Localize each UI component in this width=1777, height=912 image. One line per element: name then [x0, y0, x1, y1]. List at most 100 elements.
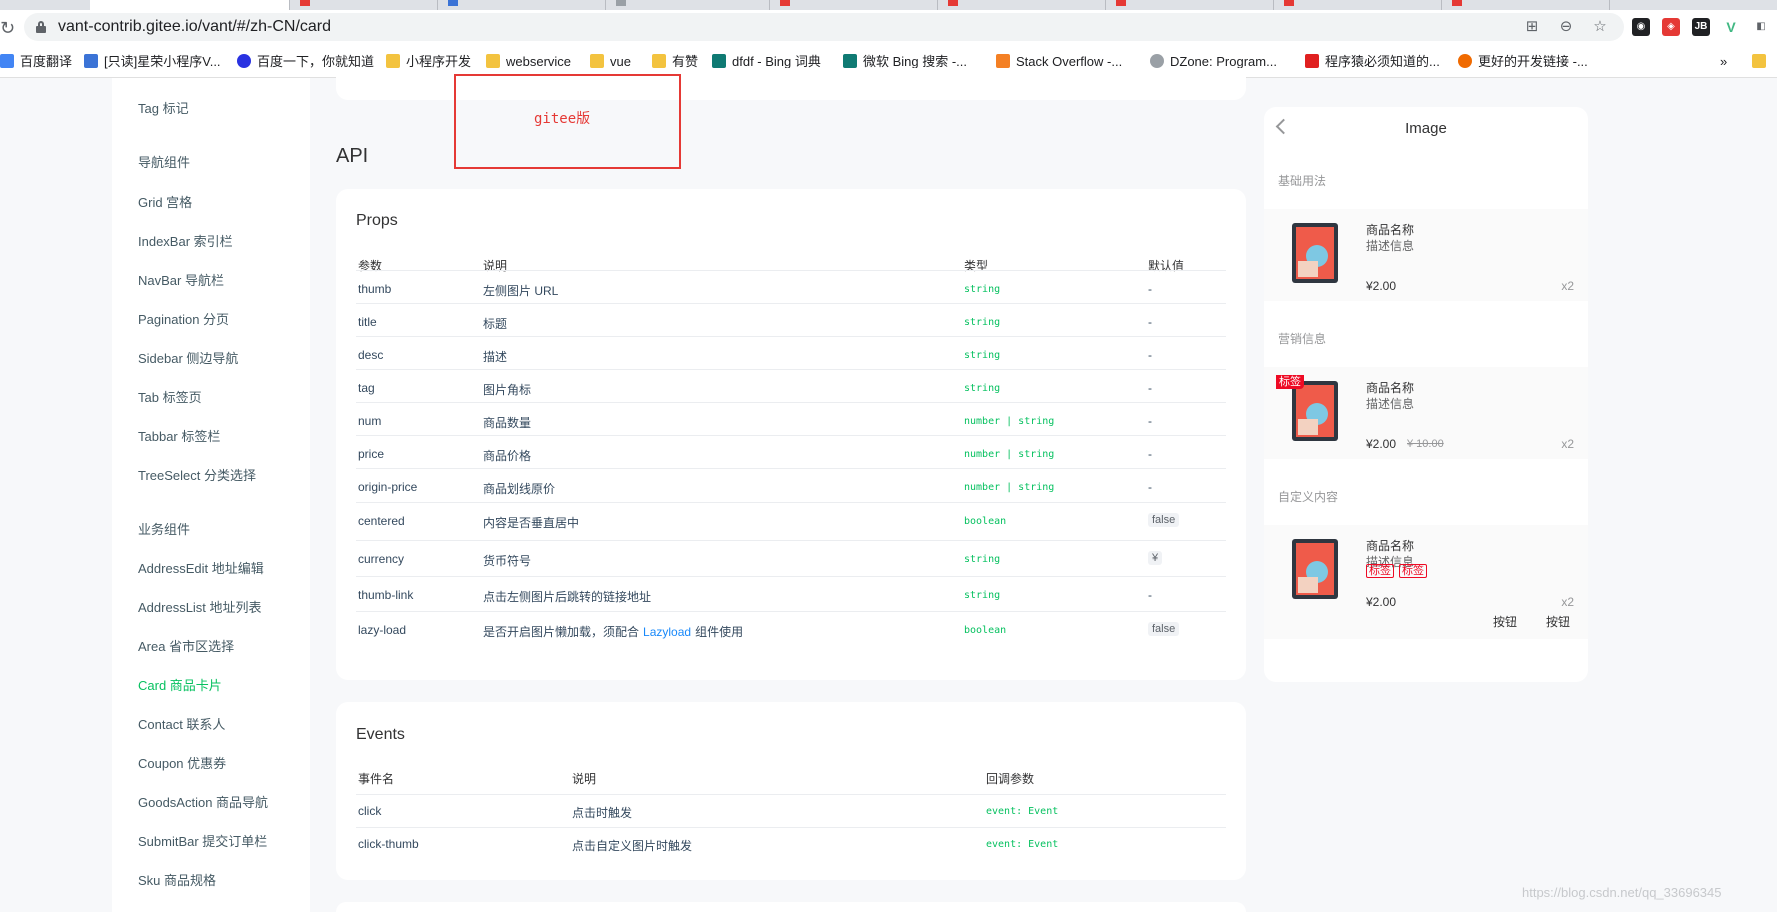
props-header-default: 默认值 — [1148, 259, 1185, 273]
browser-tab[interactable] — [290, 0, 438, 10]
translate-page-icon[interactable]: ⊞ — [1522, 17, 1542, 37]
props-card: Props 参数 说明 类型 默认值 thumb 左侧图片 URL string - t… — [336, 189, 1246, 680]
goods-button[interactable]: 按钮 — [1546, 613, 1570, 630]
goods-thumb[interactable] — [1292, 539, 1338, 599]
stackoverflow-icon — [996, 54, 1010, 68]
prop-param: thumb-link — [358, 588, 414, 602]
folder-icon — [486, 54, 500, 68]
prop-desc: 内容是否垂直居中 — [483, 516, 580, 530]
folder-icon — [386, 54, 400, 68]
prop-desc-text: 是否开启图片懒加载，须配合 — [483, 625, 640, 639]
props-title: Props — [356, 212, 398, 229]
bookmark-folder[interactable] — [1752, 53, 1772, 71]
bookmarks-overflow-button[interactable]: » — [1720, 53, 1727, 71]
bookmark-star-icon[interactable]: ☆ — [1590, 17, 1610, 37]
reload-icon[interactable]: ↻ — [0, 18, 15, 38]
events-header-desc: 说明 — [572, 772, 597, 786]
sidebar-item-tabbar[interactable]: Tabbar 标签栏 — [138, 426, 220, 445]
folder-icon — [652, 54, 666, 68]
sidebar-item-contact[interactable]: Contact 联系人 — [138, 714, 225, 733]
vue-devtools-icon[interactable]: V — [1722, 18, 1740, 36]
event-name: click — [358, 804, 382, 818]
sidebar-item-navbar[interactable]: NavBar 导航栏 — [138, 270, 224, 289]
divider — [356, 402, 1226, 403]
demo-nav-title: Image — [1405, 120, 1447, 137]
prop-default: - — [1148, 315, 1152, 329]
browser-tab[interactable] — [1442, 0, 1610, 10]
sidebar-item-addressedit[interactable]: AddressEdit 地址编辑 — [138, 558, 264, 577]
prop-type: string — [964, 317, 1001, 328]
tab-favicon-icon — [448, 0, 458, 6]
omnibox[interactable]: vant-contrib.gitee.io/vant/#/zh-CN/card … — [24, 13, 1624, 41]
prop-desc: 描述 — [483, 350, 508, 364]
bookmark-item[interactable]: [只读]星荣小程序V... — [84, 53, 221, 71]
prop-desc: 商品价格 — [483, 449, 532, 463]
browser-tab[interactable] — [606, 0, 770, 10]
extension-icon[interactable]: ◈ — [1662, 18, 1680, 36]
lazyload-link[interactable]: Lazyload — [643, 625, 691, 639]
prop-desc: 商品划线原价 — [483, 482, 556, 496]
browser-tab[interactable] — [770, 0, 938, 10]
sidebar-item-sidebar[interactable]: Sidebar 侧边导航 — [138, 348, 238, 367]
sidebar-item-goodsaction[interactable]: GoodsAction 商品导航 — [138, 792, 268, 811]
sidebar-item-treeselect[interactable]: TreeSelect 分类选择 — [138, 465, 256, 484]
sidebar-item-grid[interactable]: Grid 宫格 — [138, 192, 192, 211]
prop-type: number | string — [964, 416, 1055, 427]
sidebar-item-coupon[interactable]: Coupon 优惠券 — [138, 753, 226, 772]
sidebar-item-addresslist[interactable]: AddressList 地址列表 — [138, 597, 262, 616]
goods-num: x2 — [1561, 279, 1574, 293]
demo-section-title: 营销信息 — [1278, 332, 1327, 346]
goods-card[interactable]: 商品名称 描述信息 标签 标签 ¥2.00 x2 按钮 按钮 — [1264, 525, 1588, 639]
bookmark-item[interactable]: 程序猿必须知道的... — [1305, 53, 1440, 71]
folder-icon — [590, 54, 604, 68]
sidebar-item-sku[interactable]: Sku 商品规格 — [138, 870, 216, 889]
goods-thumb[interactable] — [1292, 223, 1338, 283]
goods-card[interactable]: 商品名称 描述信息 ¥2.00 x2 — [1264, 209, 1588, 301]
sidebar-item-card[interactable]: Card 商品卡片 — [138, 675, 222, 694]
browser-tab[interactable] — [1106, 0, 1274, 10]
prop-type: string — [964, 383, 1001, 394]
lock-icon[interactable] — [36, 21, 46, 33]
events-card: Events 事件名 说明 回调参数 click 点击时触发 event: Ev… — [336, 702, 1246, 880]
props-header-desc: 说明 — [483, 259, 508, 273]
prop-type: string — [964, 284, 1001, 295]
browser-tab[interactable] — [1274, 0, 1442, 10]
bookmark-item[interactable]: 百度翻译 — [0, 53, 72, 71]
thumb-corner-tag: 标签 — [1276, 375, 1304, 389]
sidebar-item-indexbar[interactable]: IndexBar 索引栏 — [138, 231, 233, 250]
sidebar-item-tab[interactable]: Tab 标签页 — [138, 387, 202, 406]
api-heading: API — [336, 145, 369, 167]
bookmark-item[interactable]: 更好的开发链接 -... — [1458, 53, 1588, 71]
goods-desc: 描述信息 — [1366, 397, 1415, 411]
browser-tab-strip — [0, 0, 1777, 10]
sidebar-item-submitbar[interactable]: SubmitBar 提交订单栏 — [138, 831, 267, 850]
annotation-label: gitee版 — [534, 111, 591, 127]
browser-tab-active[interactable] — [90, 0, 290, 10]
goods-thumb[interactable] — [1292, 381, 1338, 441]
sidebar-item-area[interactable]: Area 省市区选择 — [138, 636, 234, 655]
tab-favicon-icon — [1452, 0, 1462, 6]
browser-tab[interactable] — [438, 0, 606, 10]
sidebar-item-tag[interactable]: Tag 标记 — [138, 98, 189, 117]
extension-icon[interactable]: ◧ — [1752, 18, 1770, 36]
url-text[interactable]: vant-contrib.gitee.io/vant/#/zh-CN/card — [58, 18, 331, 36]
divider — [356, 794, 1226, 795]
demo-section-title: 基础用法 — [1278, 174, 1327, 188]
extension-icon[interactable]: ◉ — [1632, 18, 1650, 36]
next-section-card — [336, 902, 1246, 912]
b-circle-icon — [1458, 54, 1472, 68]
prop-param: tag — [358, 381, 375, 395]
prop-type: string — [964, 350, 1001, 361]
zoom-icon[interactable]: ⊖ — [1556, 17, 1576, 37]
tab-favicon-icon — [1116, 0, 1126, 6]
sidebar-item-pagination[interactable]: Pagination 分页 — [138, 309, 229, 328]
goods-card[interactable]: 标签 商品名称 描述信息 ¥2.00 ¥ 10.00 x2 — [1264, 367, 1588, 459]
event-name: click-thumb — [358, 837, 419, 851]
goods-button[interactable]: 按钮 — [1493, 613, 1517, 630]
jetbrains-extension-icon[interactable]: JB — [1692, 18, 1710, 36]
divider — [356, 827, 1226, 828]
bing-icon — [712, 54, 726, 68]
goods-tag: 标签 — [1399, 564, 1427, 578]
browser-tab[interactable] — [938, 0, 1106, 10]
tab-favicon-icon — [948, 0, 958, 6]
